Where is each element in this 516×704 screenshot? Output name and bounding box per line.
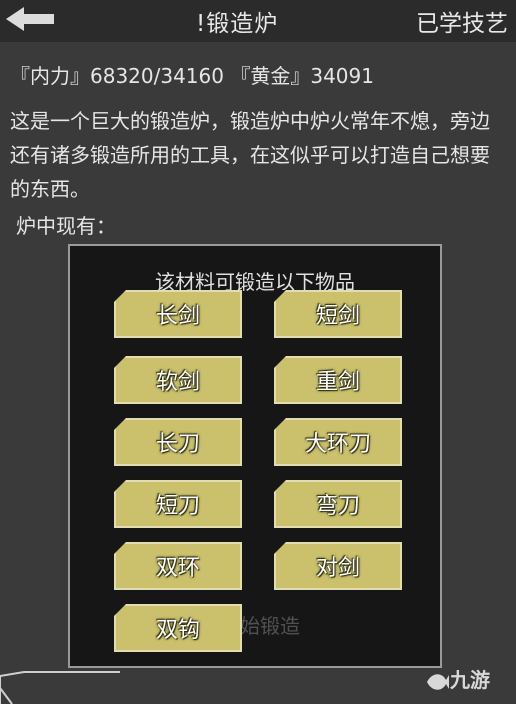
furnace-description: 这是一个巨大的锻造炉，锻造炉中炉火常年不熄，旁边还有诸多锻造所用的工具，在这似乎…	[10, 109, 490, 201]
item-button-zhongjian[interactable]: 重剑	[274, 356, 402, 404]
item-button-duanjian[interactable]: 短剑	[274, 290, 402, 338]
item-button-duandao[interactable]: 短刀	[114, 480, 242, 528]
item-button-shuanggou[interactable]: 双钩	[114, 604, 242, 652]
title-text: 锻造炉	[206, 11, 279, 37]
watermark-text: 九游	[450, 668, 490, 692]
item-button-shuanghuan[interactable]: 双环	[114, 542, 242, 590]
gold-value: 34091	[310, 64, 374, 88]
stats-line: 『内力』68320/34160 『黄金』34091	[10, 60, 374, 89]
top-bar: !锻造炉 已学技艺	[0, 0, 516, 42]
corner-decoration-icon	[0, 671, 120, 704]
watermark-fish-icon	[427, 673, 449, 690]
item-button-changdao[interactable]: 长刀	[114, 418, 242, 466]
item-button-duijian[interactable]: 对剑	[274, 542, 402, 590]
item-button-changjian[interactable]: 长剑	[114, 290, 242, 338]
learned-skills-tab[interactable]: 已学技艺	[416, 4, 508, 38]
furnace-contents-label: 炉中现有：	[16, 214, 116, 238]
back-arrow-icon[interactable]	[0, 4, 60, 34]
watermark-logo: 九游	[424, 664, 490, 693]
forge-items-grid: 长剑 短剑 软剑 重剑 长刀 大环刀 短刀 弯刀 双环 对剑 双钩	[70, 246, 440, 666]
neili-value: 68320/34160	[90, 64, 224, 88]
page-title: !锻造炉	[196, 4, 278, 38]
item-button-wandao[interactable]: 弯刀	[274, 480, 402, 528]
neili-label: 『内力』	[10, 64, 90, 88]
forge-items-modal: 开始锻造 该材料可锻造以下物品 长剑 短剑 软剑 重剑 长刀 大环刀 短刀 弯刀…	[68, 244, 442, 668]
title-marker: !	[196, 11, 207, 37]
item-button-ruanjian[interactable]: 软剑	[114, 356, 242, 404]
item-button-dahuandao[interactable]: 大环刀	[274, 418, 402, 466]
gold-label: 『黄金』	[230, 64, 311, 88]
